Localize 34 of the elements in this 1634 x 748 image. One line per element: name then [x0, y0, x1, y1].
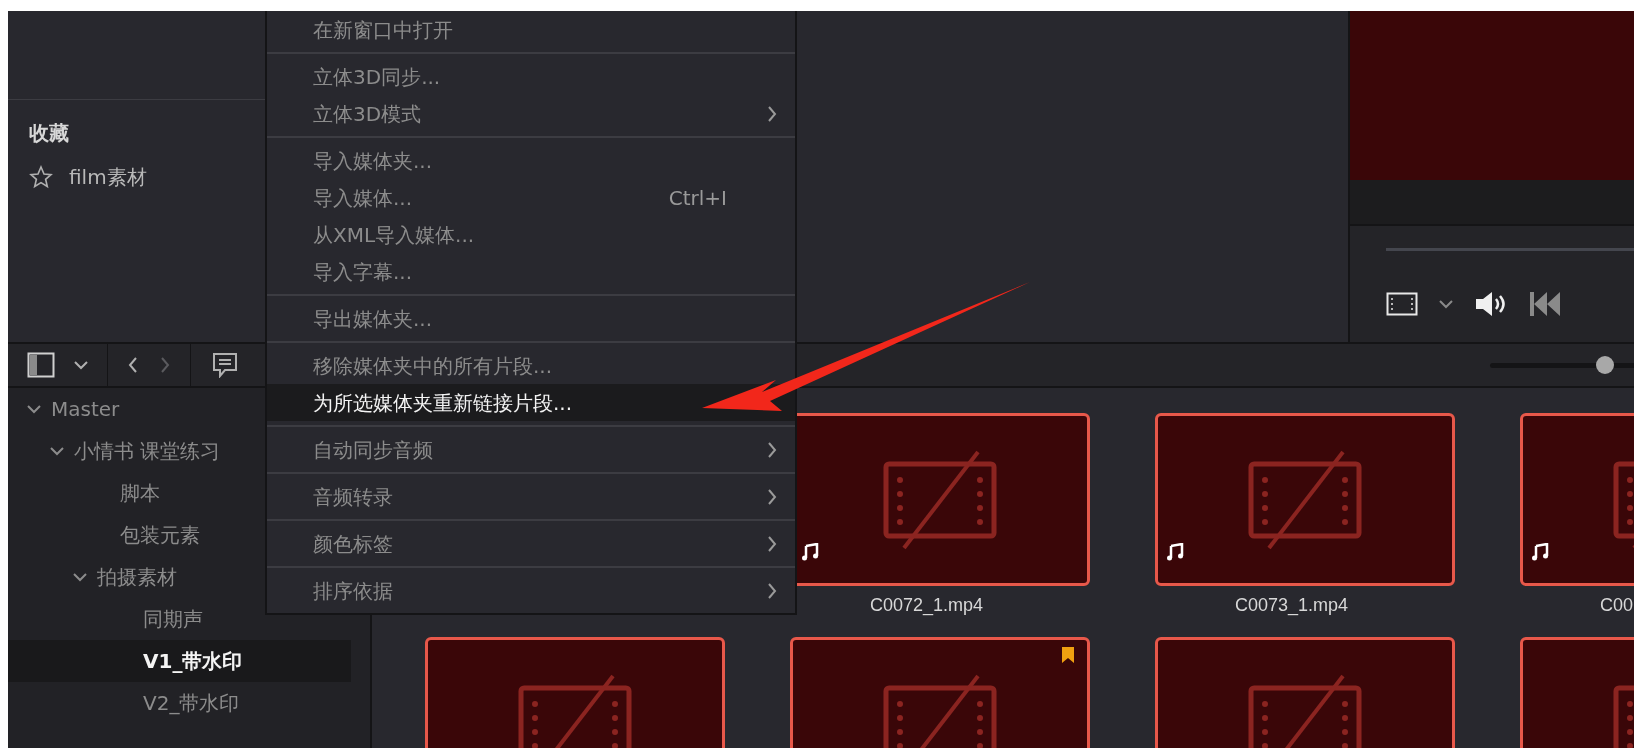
- menu-item[interactable]: 导入媒体... Ctrl+I: [267, 179, 795, 216]
- menu-item[interactable]: 立体3D模式: [267, 95, 795, 132]
- chevron-down-icon: [72, 572, 88, 582]
- favorite-item[interactable]: film素材: [69, 162, 147, 192]
- shortcut-label: Ctrl+I: [668, 184, 727, 212]
- chevron-down-icon[interactable]: [73, 360, 89, 370]
- zoom-slider[interactable]: [1490, 356, 1634, 374]
- chevron-down-icon[interactable]: [1438, 299, 1454, 309]
- menu-item[interactable]: 为所选媒体夹重新链接片段...: [267, 384, 795, 421]
- film-icon[interactable]: [1386, 292, 1418, 316]
- scrubber-track[interactable]: [1386, 248, 1634, 251]
- menu-item[interactable]: 从XML导入媒体...: [267, 216, 795, 253]
- favorites-heading: 收藏: [29, 120, 70, 146]
- clip-name: C0072_1.mp4: [870, 594, 984, 618]
- speaker-icon[interactable]: [1474, 291, 1508, 317]
- menu-item[interactable]: 导出媒体夹...: [267, 300, 795, 337]
- clip-name: C0073_1.mp4: [1235, 594, 1349, 618]
- chevron-down-icon: [26, 404, 42, 414]
- clip-thumbnail[interactable]: [1155, 413, 1455, 586]
- menu-item[interactable]: 在新窗口中打开: [267, 11, 795, 48]
- bin-tree-item[interactable]: V2_带水印: [8, 682, 351, 724]
- panel-toggle-icon[interactable]: [27, 352, 55, 378]
- comment-icon[interactable]: [211, 352, 239, 378]
- menu-item[interactable]: 导入字幕...: [267, 253, 795, 290]
- chevron-down-icon: [49, 446, 65, 456]
- menu-item[interactable]: 颜色标签: [267, 525, 795, 562]
- star-icon: [29, 165, 53, 189]
- menu-item[interactable]: 音频转录: [267, 478, 795, 515]
- menu-item[interactable]: 导入媒体夹...: [267, 142, 795, 179]
- menu-item[interactable]: 排序依据: [267, 572, 795, 609]
- bin-tree-item[interactable]: V1_带水印: [8, 640, 351, 682]
- menu-item[interactable]: 自动同步音频: [267, 431, 795, 468]
- menu-item[interactable]: 立体3D同步...: [267, 58, 795, 95]
- clip-name: C00: [1600, 594, 1634, 617]
